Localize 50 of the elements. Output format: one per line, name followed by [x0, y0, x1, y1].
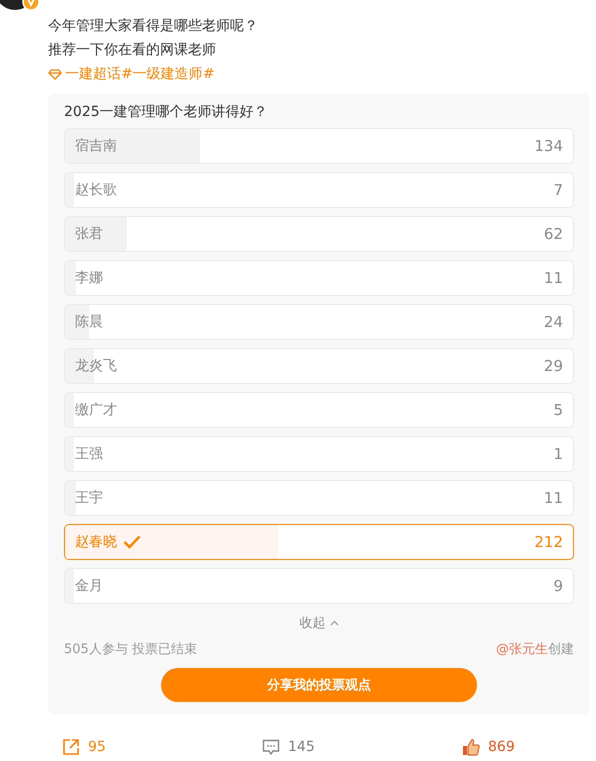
option-name: 李娜	[75, 269, 103, 287]
option-name: 陈晨	[75, 313, 103, 331]
vote-count: 24	[544, 313, 563, 331]
chevron-up-icon	[330, 620, 338, 626]
diamond-icon	[48, 68, 62, 80]
topic-link[interactable]: 一建超话#一级建造师#	[48, 62, 214, 86]
poll-option[interactable]: 张君 62	[64, 216, 574, 252]
check-icon	[123, 535, 141, 549]
post-text: 今年管理大家看得是哪些老师呢？	[48, 17, 259, 36]
participants-text: 505人参与 投票已结束	[64, 641, 197, 658]
vote-count: 11	[544, 269, 563, 287]
vote-count: 212	[534, 533, 563, 551]
creator-text: @张元生创建	[496, 641, 574, 658]
poll-option[interactable]: 缴广才 5	[64, 392, 574, 428]
poll-option[interactable]: 李娜 11	[64, 260, 574, 296]
poll-option[interactable]: 金月 9	[64, 568, 574, 604]
vote-count: 29	[544, 357, 563, 375]
thumbs-up-icon	[462, 738, 480, 756]
like-action[interactable]: 869	[462, 730, 515, 761]
option-name: 王强	[75, 445, 103, 463]
vote-count: 9	[553, 577, 563, 595]
vote-count: 5	[553, 401, 563, 419]
comment-action[interactable]: 145	[262, 730, 315, 761]
share-icon	[62, 738, 80, 756]
option-name: 宿吉南	[75, 137, 117, 155]
post-text: 推荐一下你在看的网课老师	[48, 41, 217, 60]
creator-link[interactable]: @张元生	[496, 642, 548, 657]
poll-option[interactable]: 龙炎飞 29	[64, 348, 574, 384]
vote-count: 134	[534, 137, 563, 155]
vote-count: 11	[544, 489, 563, 507]
comment-icon	[262, 738, 280, 756]
option-name: 赵长歌	[75, 181, 117, 199]
vote-count: 62	[544, 225, 563, 243]
option-name: 赵春晓	[75, 533, 117, 551]
poll-option[interactable]: 宿吉南 134	[64, 128, 574, 164]
share-vote-button[interactable]: 分享我的投票观点	[161, 668, 477, 702]
option-name: 缴广才	[75, 401, 117, 419]
vote-count: 7	[553, 181, 563, 199]
poll-option[interactable]: 赵春晓 212	[64, 524, 574, 560]
option-name: 龙炎飞	[75, 357, 117, 375]
option-name: 王宇	[75, 489, 103, 507]
vote-count: 1	[553, 445, 563, 463]
collapse-button[interactable]: 收起	[298, 612, 340, 634]
poll-option[interactable]: 赵长歌 7	[64, 172, 574, 208]
poll-option[interactable]: 陈晨 24	[64, 304, 574, 340]
poll-question: 2025一建管理哪个老师讲得好？	[64, 103, 269, 122]
option-name: 张君	[75, 225, 103, 243]
poll-option[interactable]: 王宇 11	[64, 480, 574, 516]
poll-option[interactable]: 王强 1	[64, 436, 574, 472]
option-name: 金月	[75, 577, 103, 595]
